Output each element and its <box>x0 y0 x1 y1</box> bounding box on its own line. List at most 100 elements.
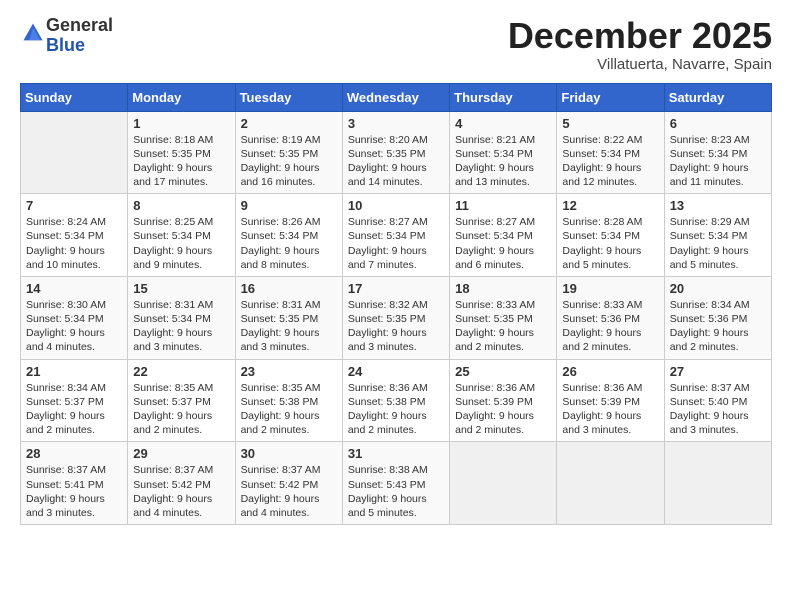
calendar-cell: 23 Sunrise: 8:35 AM Sunset: 5:38 PM Dayli… <box>235 359 342 442</box>
day-number: 31 <box>348 446 444 461</box>
day-number: 20 <box>670 281 766 296</box>
calendar-cell: 12 Sunrise: 8:28 AM Sunset: 5:34 PM Dayli… <box>557 194 664 277</box>
calendar-cell: 18 Sunrise: 8:33 AM Sunset: 5:35 PM Dayli… <box>450 276 557 359</box>
day-info: Sunrise: 8:28 AM Sunset: 5:34 PM Dayligh… <box>562 215 658 272</box>
day-number: 22 <box>133 364 229 379</box>
day-number: 8 <box>133 198 229 213</box>
calendar-cell <box>21 111 128 194</box>
col-monday: Monday <box>128 83 235 111</box>
calendar-week-2: 7 Sunrise: 8:24 AM Sunset: 5:34 PM Daylig… <box>21 194 772 277</box>
logo-general-text: General <box>46 15 113 35</box>
calendar-cell: 3 Sunrise: 8:20 AM Sunset: 5:35 PM Daylig… <box>342 111 449 194</box>
day-info: Sunrise: 8:32 AM Sunset: 5:35 PM Dayligh… <box>348 298 444 355</box>
calendar-cell: 1Sunrise: 8:18 AM Sunset: 5:35 PM Daylig… <box>128 111 235 194</box>
header: General Blue December 2025 Villatuerta, … <box>20 16 772 73</box>
calendar-cell: 13 Sunrise: 8:29 AM Sunset: 5:34 PM Dayli… <box>664 194 771 277</box>
day-number: 2 <box>241 116 337 131</box>
calendar-cell: 24Sunrise: 8:36 AM Sunset: 5:38 PM Dayli… <box>342 359 449 442</box>
day-info: Sunrise: 8:37 AM Sunset: 5:41 PM Dayligh… <box>26 463 122 520</box>
day-info: Sunrise: 8:18 AM Sunset: 5:35 PM Dayligh… <box>133 133 229 190</box>
calendar-cell <box>450 442 557 525</box>
calendar-cell: 21 Sunrise: 8:34 AM Sunset: 5:37 PM Dayli… <box>21 359 128 442</box>
day-number: 14 <box>26 281 122 296</box>
day-info: Sunrise: 8:37 AM Sunset: 5:40 PM Dayligh… <box>670 381 766 438</box>
calendar-cell: 26 Sunrise: 8:36 AM Sunset: 5:39 PM Dayli… <box>557 359 664 442</box>
logo-icon <box>22 22 44 44</box>
logo: General Blue <box>20 16 113 56</box>
col-friday: Friday <box>557 83 664 111</box>
col-wednesday: Wednesday <box>342 83 449 111</box>
day-number: 28 <box>26 446 122 461</box>
day-number: 10 <box>348 198 444 213</box>
day-number: 23 <box>241 364 337 379</box>
calendar-header-row: Sunday Monday Tuesday Wednesday Thursday… <box>21 83 772 111</box>
day-number: 11 <box>455 198 551 213</box>
day-info: Sunrise: 8:30 AM Sunset: 5:34 PM Dayligh… <box>26 298 122 355</box>
calendar-week-1: 1Sunrise: 8:18 AM Sunset: 5:35 PM Daylig… <box>21 111 772 194</box>
day-number: 12 <box>562 198 658 213</box>
day-number: 7 <box>26 198 122 213</box>
day-number: 6 <box>670 116 766 131</box>
day-number: 17 <box>348 281 444 296</box>
calendar-cell: 9Sunrise: 8:26 AM Sunset: 5:34 PM Daylig… <box>235 194 342 277</box>
calendar-cell: 25 Sunrise: 8:36 AM Sunset: 5:39 PM Dayli… <box>450 359 557 442</box>
day-number: 13 <box>670 198 766 213</box>
calendar-cell: 8 Sunrise: 8:25 AM Sunset: 5:34 PM Daylig… <box>128 194 235 277</box>
page-container: General Blue December 2025 Villatuerta, … <box>0 0 792 535</box>
calendar-cell: 20Sunrise: 8:34 AM Sunset: 5:36 PM Dayli… <box>664 276 771 359</box>
day-info: Sunrise: 8:33 AM Sunset: 5:35 PM Dayligh… <box>455 298 551 355</box>
day-number: 24 <box>348 364 444 379</box>
calendar-cell: 27Sunrise: 8:37 AM Sunset: 5:40 PM Dayli… <box>664 359 771 442</box>
day-number: 5 <box>562 116 658 131</box>
day-number: 19 <box>562 281 658 296</box>
calendar-cell: 16Sunrise: 8:31 AM Sunset: 5:35 PM Dayli… <box>235 276 342 359</box>
day-info: Sunrise: 8:22 AM Sunset: 5:34 PM Dayligh… <box>562 133 658 190</box>
day-info: Sunrise: 8:37 AM Sunset: 5:42 PM Dayligh… <box>241 463 337 520</box>
day-info: Sunrise: 8:24 AM Sunset: 5:34 PM Dayligh… <box>26 215 122 272</box>
calendar-cell: 19 Sunrise: 8:33 AM Sunset: 5:36 PM Dayli… <box>557 276 664 359</box>
calendar-cell <box>557 442 664 525</box>
calendar-cell: 29 Sunrise: 8:37 AM Sunset: 5:42 PM Dayli… <box>128 442 235 525</box>
day-info: Sunrise: 8:19 AM Sunset: 5:35 PM Dayligh… <box>241 133 337 190</box>
calendar-cell: 14 Sunrise: 8:30 AM Sunset: 5:34 PM Dayli… <box>21 276 128 359</box>
title-block: December 2025 Villatuerta, Navarre, Spai… <box>508 16 772 73</box>
day-info: Sunrise: 8:31 AM Sunset: 5:34 PM Dayligh… <box>133 298 229 355</box>
day-info: Sunrise: 8:35 AM Sunset: 5:37 PM Dayligh… <box>133 381 229 438</box>
day-info: Sunrise: 8:34 AM Sunset: 5:37 PM Dayligh… <box>26 381 122 438</box>
day-number: 3 <box>348 116 444 131</box>
col-saturday: Saturday <box>664 83 771 111</box>
day-info: Sunrise: 8:37 AM Sunset: 5:42 PM Dayligh… <box>133 463 229 520</box>
day-info: Sunrise: 8:25 AM Sunset: 5:34 PM Dayligh… <box>133 215 229 272</box>
day-number: 21 <box>26 364 122 379</box>
day-info: Sunrise: 8:21 AM Sunset: 5:34 PM Dayligh… <box>455 133 551 190</box>
day-number: 26 <box>562 364 658 379</box>
day-number: 30 <box>241 446 337 461</box>
calendar-cell: 7 Sunrise: 8:24 AM Sunset: 5:34 PM Daylig… <box>21 194 128 277</box>
day-info: Sunrise: 8:26 AM Sunset: 5:34 PM Dayligh… <box>241 215 337 272</box>
day-number: 25 <box>455 364 551 379</box>
calendar-cell: 10Sunrise: 8:27 AM Sunset: 5:34 PM Dayli… <box>342 194 449 277</box>
col-sunday: Sunday <box>21 83 128 111</box>
calendar-cell: 28 Sunrise: 8:37 AM Sunset: 5:41 PM Dayli… <box>21 442 128 525</box>
day-info: Sunrise: 8:20 AM Sunset: 5:35 PM Dayligh… <box>348 133 444 190</box>
calendar-cell: 30 Sunrise: 8:37 AM Sunset: 5:42 PM Dayli… <box>235 442 342 525</box>
day-number: 15 <box>133 281 229 296</box>
day-info: Sunrise: 8:23 AM Sunset: 5:34 PM Dayligh… <box>670 133 766 190</box>
calendar-cell: 2 Sunrise: 8:19 AM Sunset: 5:35 PM Daylig… <box>235 111 342 194</box>
day-number: 16 <box>241 281 337 296</box>
day-number: 29 <box>133 446 229 461</box>
day-number: 18 <box>455 281 551 296</box>
day-info: Sunrise: 8:36 AM Sunset: 5:39 PM Dayligh… <box>562 381 658 438</box>
month-title: December 2025 <box>508 16 772 56</box>
day-info: Sunrise: 8:33 AM Sunset: 5:36 PM Dayligh… <box>562 298 658 355</box>
day-info: Sunrise: 8:36 AM Sunset: 5:39 PM Dayligh… <box>455 381 551 438</box>
calendar-cell: 4 Sunrise: 8:21 AM Sunset: 5:34 PM Daylig… <box>450 111 557 194</box>
calendar-cell: 15 Sunrise: 8:31 AM Sunset: 5:34 PM Dayli… <box>128 276 235 359</box>
day-info: Sunrise: 8:35 AM Sunset: 5:38 PM Dayligh… <box>241 381 337 438</box>
day-number: 4 <box>455 116 551 131</box>
calendar-cell <box>664 442 771 525</box>
day-info: Sunrise: 8:27 AM Sunset: 5:34 PM Dayligh… <box>455 215 551 272</box>
calendar-cell: 17 Sunrise: 8:32 AM Sunset: 5:35 PM Dayli… <box>342 276 449 359</box>
day-info: Sunrise: 8:29 AM Sunset: 5:34 PM Dayligh… <box>670 215 766 272</box>
calendar-week-4: 21 Sunrise: 8:34 AM Sunset: 5:37 PM Dayli… <box>21 359 772 442</box>
